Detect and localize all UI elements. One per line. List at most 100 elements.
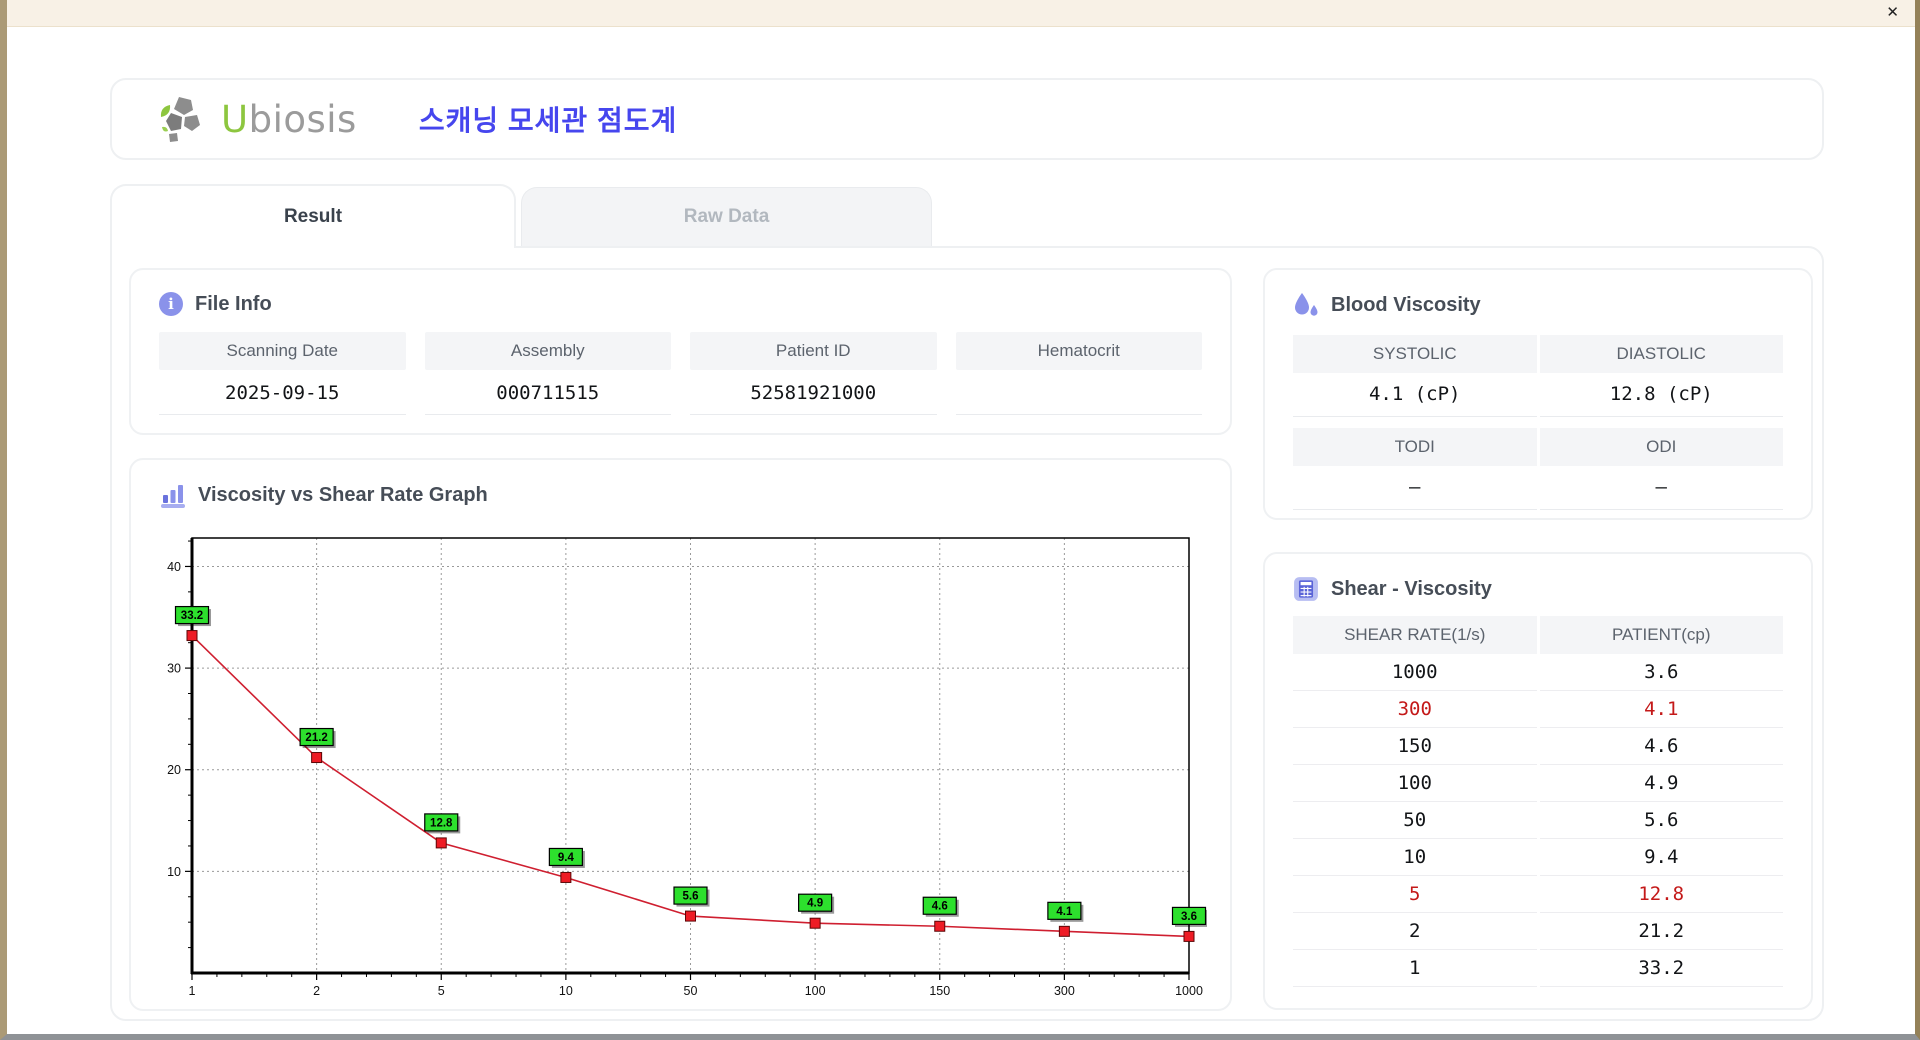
tab-result[interactable]: Result bbox=[110, 184, 516, 248]
brand-rest: biosis bbox=[248, 97, 357, 141]
svg-text:4.9: 4.9 bbox=[807, 898, 823, 910]
shear-rate-cell: 1 bbox=[1293, 950, 1537, 987]
svg-text:150: 150 bbox=[929, 984, 950, 998]
patient-viscosity-cell: 33.2 bbox=[1539, 950, 1783, 987]
svg-text:5: 5 bbox=[438, 984, 445, 998]
header-card: Ubiosis 스캐닝 모세관 점도계 bbox=[110, 78, 1824, 160]
svg-text:21.2: 21.2 bbox=[305, 732, 327, 744]
svg-text:12.8: 12.8 bbox=[430, 817, 453, 829]
patient-viscosity-cell: 21.2 bbox=[1539, 913, 1783, 950]
blood-value-row: – – bbox=[1293, 466, 1783, 510]
svg-text:9.4: 9.4 bbox=[558, 852, 575, 864]
droplet-icon bbox=[1295, 293, 1318, 316]
blood-label-row: TODI ODI bbox=[1293, 428, 1783, 466]
file-field-assembly: Assembly 000711515 bbox=[424, 332, 671, 415]
graph-title: Viscosity vs Shear Rate Graph bbox=[198, 484, 488, 506]
shear-rate-cell: 50 bbox=[1293, 802, 1537, 839]
svg-text:300: 300 bbox=[1054, 984, 1075, 998]
svg-text:10: 10 bbox=[559, 984, 573, 998]
svg-text:4.6: 4.6 bbox=[932, 901, 948, 913]
window-titlebar: ✕ bbox=[7, 0, 1915, 27]
bv-label-odi: ODI bbox=[1539, 428, 1783, 466]
svg-text:3.6: 3.6 bbox=[1181, 911, 1197, 923]
svg-text:50: 50 bbox=[684, 984, 698, 998]
bv-value-diastolic: 12.8 (cP) bbox=[1539, 373, 1783, 417]
file-field-hematocrit: Hematocrit bbox=[955, 332, 1202, 415]
svg-text:4.1: 4.1 bbox=[1056, 906, 1073, 918]
patient-viscosity-cell: 3.6 bbox=[1539, 654, 1783, 691]
shear-table-header-row: SHEAR RATE(1/s) PATIENT(cp) bbox=[1293, 616, 1783, 654]
svg-text:30: 30 bbox=[167, 662, 181, 676]
table-row-shear-1000: 1000 3.6 bbox=[1293, 654, 1783, 691]
field-value: 2025-09-15 bbox=[159, 372, 406, 415]
graph-header: Viscosity vs Shear Rate Graph bbox=[159, 482, 1202, 509]
close-icon[interactable]: ✕ bbox=[1886, 4, 1899, 22]
field-label: Hematocrit bbox=[955, 332, 1202, 370]
svg-text:5.6: 5.6 bbox=[683, 891, 699, 903]
blood-viscosity-grid: SYSTOLIC DIASTOLIC 4.1 (cP) 12.8 (cP) TODI OD… bbox=[1293, 335, 1783, 510]
info-icon: i bbox=[159, 292, 183, 316]
file-info-card: i File Info Scanning Date 2025-09-15 Assem… bbox=[129, 268, 1232, 435]
shear-rate-cell: 150 bbox=[1293, 728, 1537, 765]
shear-viscosity-card: Shear - Viscosity SHEAR RATE(1/s) PATIEN… bbox=[1263, 552, 1813, 1010]
table-row-shear-1: 1 33.2 bbox=[1293, 950, 1783, 987]
table-row-shear-150: 150 4.6 bbox=[1293, 728, 1783, 765]
window-frame: ✕ Ubiosis 스캐닝 모세관 점도계 Result Raw Data i … bbox=[0, 0, 1920, 1040]
bv-value-todi: – bbox=[1293, 466, 1537, 510]
file-field-scanning-date: Scanning Date 2025-09-15 bbox=[159, 332, 406, 415]
field-label: Scanning Date bbox=[159, 332, 406, 370]
shear-rate-cell: 2 bbox=[1293, 913, 1537, 950]
viscosity-chart: 10 20 30 40 1 2 5 10 50 100 150 300 1000 33.2 21.2 12.8… bbox=[167, 537, 1207, 998]
svg-text:20: 20 bbox=[167, 763, 181, 777]
table-row-shear-300: 300 4.1 bbox=[1293, 691, 1783, 728]
viscosity-graph-card: Viscosity vs Shear Rate Graph 10 20 30 40 1 2… bbox=[129, 458, 1232, 1011]
bv-label-diastolic: DIASTOLIC bbox=[1539, 335, 1783, 373]
field-label: Patient ID bbox=[690, 332, 937, 370]
file-info-fields: Scanning Date 2025-09-15 Assembly 000711515… bbox=[159, 332, 1202, 415]
file-info-title: File Info bbox=[195, 292, 272, 315]
shear-rate-cell: 100 bbox=[1293, 765, 1537, 802]
field-value bbox=[955, 372, 1202, 415]
shear-rate-cell: 10 bbox=[1293, 839, 1537, 876]
blood-viscosity-card: Blood Viscosity SYSTOLIC DIASTOLIC 4.1 (cP… bbox=[1263, 268, 1813, 520]
table-row-shear-10: 10 9.4 bbox=[1293, 839, 1783, 876]
svg-text:33.2: 33.2 bbox=[181, 610, 203, 622]
field-value: 52581921000 bbox=[690, 372, 937, 415]
svg-text:1000: 1000 bbox=[1175, 984, 1203, 998]
shear-rate-column-header: SHEAR RATE(1/s) bbox=[1293, 616, 1537, 654]
patient-viscosity-cell: 9.4 bbox=[1539, 839, 1783, 876]
table-row-shear-2: 2 21.2 bbox=[1293, 913, 1783, 950]
patient-viscosity-cell: 5.6 bbox=[1539, 802, 1783, 839]
svg-text:100: 100 bbox=[805, 984, 826, 998]
tab-raw-data[interactable]: Raw Data bbox=[521, 187, 932, 246]
blood-label-row: SYSTOLIC DIASTOLIC bbox=[1293, 335, 1783, 373]
patient-viscosity-cell: 4.1 bbox=[1539, 691, 1783, 728]
blood-viscosity-title: Blood Viscosity bbox=[1331, 294, 1481, 316]
bv-value-odi: – bbox=[1539, 466, 1783, 510]
calculator-icon bbox=[1294, 577, 1318, 601]
bv-label-todi: TODI bbox=[1293, 428, 1537, 466]
file-info-header: i File Info bbox=[159, 292, 1202, 316]
blood-viscosity-header: Blood Viscosity bbox=[1293, 292, 1783, 319]
patient-viscosity-cell: 4.9 bbox=[1539, 765, 1783, 802]
file-field-patient-id: Patient ID 52581921000 bbox=[690, 332, 937, 415]
shear-rate-cell: 1000 bbox=[1293, 654, 1537, 691]
brand-letter-u: U bbox=[221, 97, 249, 141]
patient-column-header: PATIENT(cp) bbox=[1539, 616, 1783, 654]
blood-value-row: 4.1 (cP) 12.8 (cP) bbox=[1293, 373, 1783, 417]
patient-viscosity-cell: 4.6 bbox=[1539, 728, 1783, 765]
patient-viscosity-cell: 12.8 bbox=[1539, 876, 1783, 913]
bv-label-systolic: SYSTOLIC bbox=[1293, 335, 1537, 373]
svg-text:40: 40 bbox=[167, 560, 181, 574]
shear-viscosity-header: Shear - Viscosity bbox=[1293, 576, 1783, 602]
field-label: Assembly bbox=[424, 332, 671, 370]
bv-value-systolic: 4.1 (cP) bbox=[1293, 373, 1537, 417]
logo-mark-icon bbox=[160, 97, 200, 142]
svg-text:10: 10 bbox=[167, 865, 181, 879]
svg-text:1: 1 bbox=[189, 984, 196, 998]
table-row-shear-100: 100 4.9 bbox=[1293, 765, 1783, 802]
ubiosis-logo: Ubiosis bbox=[157, 93, 357, 145]
shear-rate-cell: 5 bbox=[1293, 876, 1537, 913]
app-title: 스캐닝 모세관 점도계 bbox=[418, 105, 678, 136]
